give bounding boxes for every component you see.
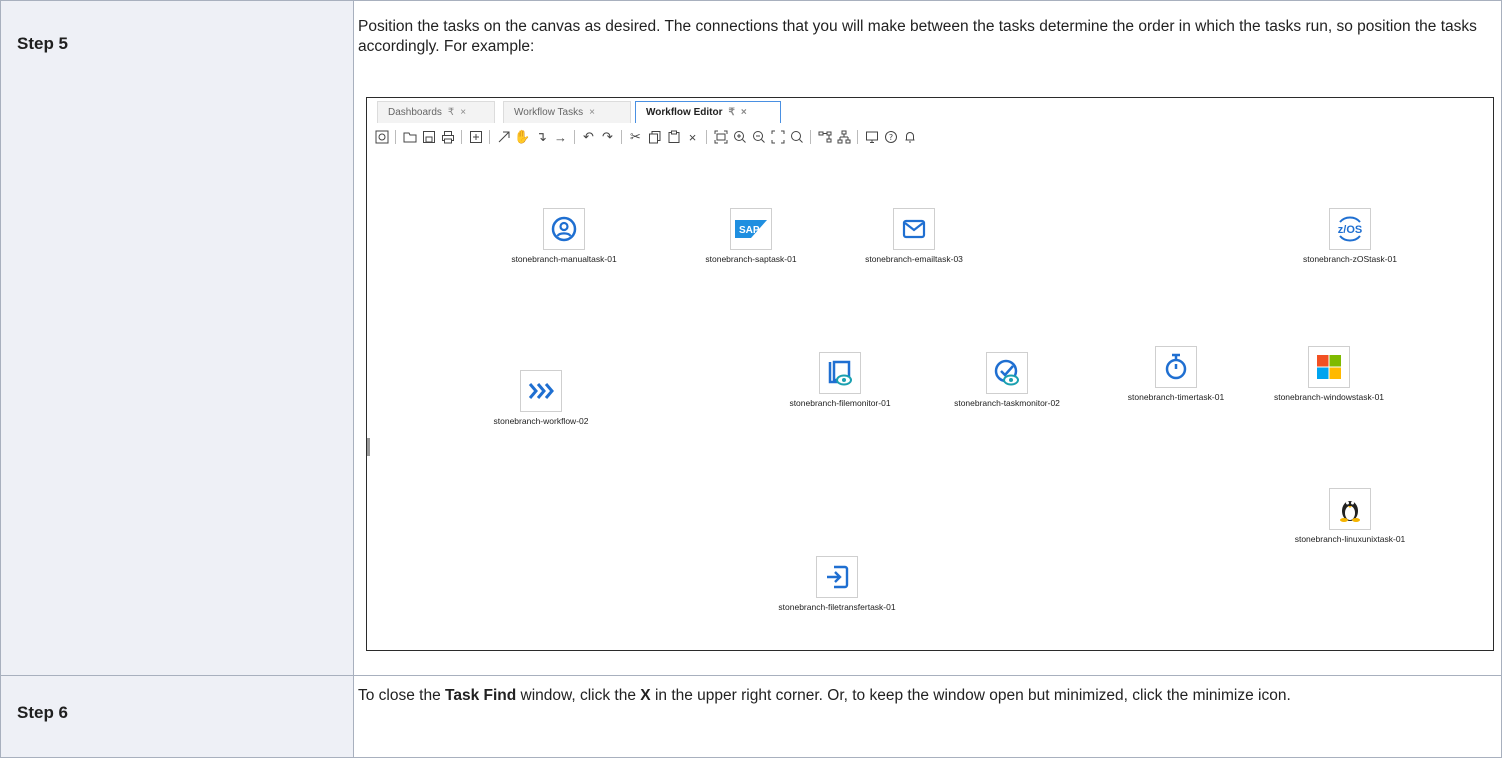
step-label: Step 5 <box>17 34 69 53</box>
tab-workflow-tasks[interactable]: Workflow Tasks × <box>503 101 631 123</box>
task-node[interactable]: stonebranch-filemonitor-01 <box>750 352 930 408</box>
help-icon[interactable]: ? <box>882 128 899 146</box>
ui-term-task-find: Task Find <box>445 687 517 704</box>
task-name: stonebranch-linuxunixtask-01 <box>1294 534 1406 544</box>
task-monitor-icon <box>986 352 1028 394</box>
bell-icon[interactable] <box>901 128 918 146</box>
sap-logo-icon: SAP <box>730 208 772 250</box>
steps-table: Step 5 Position the tasks on the canvas … <box>0 0 1502 758</box>
select-arrow-icon[interactable] <box>495 128 512 146</box>
task-name: stonebranch-manualtask-01 <box>511 254 617 264</box>
step-label: Step 6 <box>17 703 69 722</box>
svg-text:SAP: SAP <box>739 225 760 236</box>
step-content-cell: To close the Task Find window, click the… <box>354 676 1502 758</box>
task-name: stonebranch-taskmonitor-02 <box>954 398 1060 408</box>
task-node[interactable]: stonebranch-linuxunixtask-01 <box>1260 488 1440 544</box>
task-node[interactable]: stonebranch-workflow-02 <box>451 370 631 426</box>
delete-icon[interactable]: × <box>684 128 701 146</box>
editor-tab-bar: Dashboards ₹ × Workflow Tasks × Workflow… <box>367 98 1493 124</box>
toolbar-separator <box>621 130 622 144</box>
tab-workflow-editor[interactable]: Workflow Editor ₹ × <box>635 101 781 123</box>
task-node[interactable]: stonebranch-emailtask-03 <box>824 208 1004 264</box>
search-icon[interactable] <box>788 128 805 146</box>
undo-icon[interactable]: ↶ <box>580 128 597 146</box>
connector-straight-icon[interactable]: → <box>552 128 569 146</box>
toolbar-separator <box>706 130 707 144</box>
task-name: stonebranch-workflow-02 <box>493 416 589 426</box>
close-icon[interactable]: × <box>460 107 466 118</box>
task-node[interactable]: stonebranch-windowstask-01 <box>1239 346 1419 402</box>
zos-icon: z/OS <box>1329 208 1371 250</box>
toolbar-separator <box>810 130 811 144</box>
zos-icon-text: z/OS <box>1338 224 1362 236</box>
timer-icon <box>1155 346 1197 388</box>
editor-toolbar: ✋ ↴ → ↶ ↷ ✂ × ? <box>373 126 918 148</box>
windows-logo-icon <box>1308 346 1350 388</box>
tab-label: Workflow Editor <box>646 107 723 118</box>
open-folder-icon[interactable] <box>401 128 418 146</box>
step-label-cell: Step 5 <box>0 0 354 676</box>
email-icon <box>893 208 935 250</box>
close-icon[interactable]: × <box>741 107 747 118</box>
toolbar-separator <box>461 130 462 144</box>
tab-label: Workflow Tasks <box>514 107 584 118</box>
paste-icon[interactable] <box>665 128 682 146</box>
task-node[interactable]: stonebranch-manualtask-01 <box>474 208 654 264</box>
text-segment: To close the <box>358 687 446 704</box>
copy-icon[interactable] <box>646 128 663 146</box>
task-name: stonebranch-windowstask-01 <box>1273 392 1385 402</box>
task-name: stonebranch-filetransfertask-01 <box>778 602 896 612</box>
monitor-icon[interactable] <box>863 128 880 146</box>
step-description: To close the Task Find window, click the… <box>358 686 1493 706</box>
task-name: stonebranch-emailtask-03 <box>865 254 963 264</box>
svg-text:?: ? <box>888 133 892 142</box>
task-node[interactable]: stonebranch-filetransfertask-01 <box>747 556 927 612</box>
print-icon[interactable] <box>439 128 456 146</box>
workflow-editor-screenshot: Dashboards ₹ × Workflow Tasks × Workflow… <box>366 97 1494 651</box>
add-task-icon[interactable] <box>467 128 484 146</box>
tab-dashboards[interactable]: Dashboards ₹ × <box>377 101 495 123</box>
workflow-icon <box>520 370 562 412</box>
task-name: stonebranch-filemonitor-01 <box>789 398 891 408</box>
toolbar-separator <box>857 130 858 144</box>
full-screen-icon[interactable] <box>769 128 786 146</box>
close-icon[interactable]: × <box>589 107 595 118</box>
toolbar-separator <box>489 130 490 144</box>
tab-label: Dashboards <box>388 107 442 118</box>
step-label-cell: Step 6 <box>0 676 354 758</box>
user-circle-icon <box>543 208 585 250</box>
text-segment: window, click the <box>516 687 641 704</box>
text-segment: in the upper right corner. Or, to keep t… <box>650 687 1291 704</box>
task-node[interactable]: z/OS stonebranch-zOStask-01 <box>1260 208 1440 264</box>
zoom-in-icon[interactable] <box>731 128 748 146</box>
ui-term-x: X <box>640 687 651 704</box>
toolbar-separator <box>574 130 575 144</box>
panel-resize-handle[interactable] <box>367 438 370 456</box>
fit-to-window-icon[interactable] <box>712 128 729 146</box>
cut-icon[interactable]: ✂ <box>627 128 644 146</box>
task-node[interactable]: stonebranch-taskmonitor-02 <box>917 352 1097 408</box>
linux-tux-icon <box>1329 488 1371 530</box>
task-name: stonebranch-zOStask-01 <box>1302 254 1398 264</box>
save-icon[interactable] <box>420 128 437 146</box>
zoom-out-icon[interactable] <box>750 128 767 146</box>
pin-icon[interactable]: ₹ <box>448 107 454 118</box>
task-node[interactable]: SAP stonebranch-saptask-01 <box>661 208 841 264</box>
step-description: Position the tasks on the canvas as desi… <box>358 18 1477 55</box>
connector-elbow-icon[interactable]: ↴ <box>533 128 550 146</box>
task-name: stonebranch-saptask-01 <box>705 254 797 264</box>
layout-vertical-icon[interactable] <box>835 128 852 146</box>
search-task-icon[interactable] <box>373 128 390 146</box>
pan-hand-icon[interactable]: ✋ <box>514 128 531 146</box>
redo-icon[interactable]: ↷ <box>599 128 616 146</box>
step-row: Step 6 To close the Task Find window, cl… <box>0 676 1502 758</box>
file-transfer-icon <box>816 556 858 598</box>
toolbar-separator <box>395 130 396 144</box>
pin-icon[interactable]: ₹ <box>728 107 734 118</box>
layout-horizontal-icon[interactable] <box>816 128 833 146</box>
file-monitor-icon <box>819 352 861 394</box>
